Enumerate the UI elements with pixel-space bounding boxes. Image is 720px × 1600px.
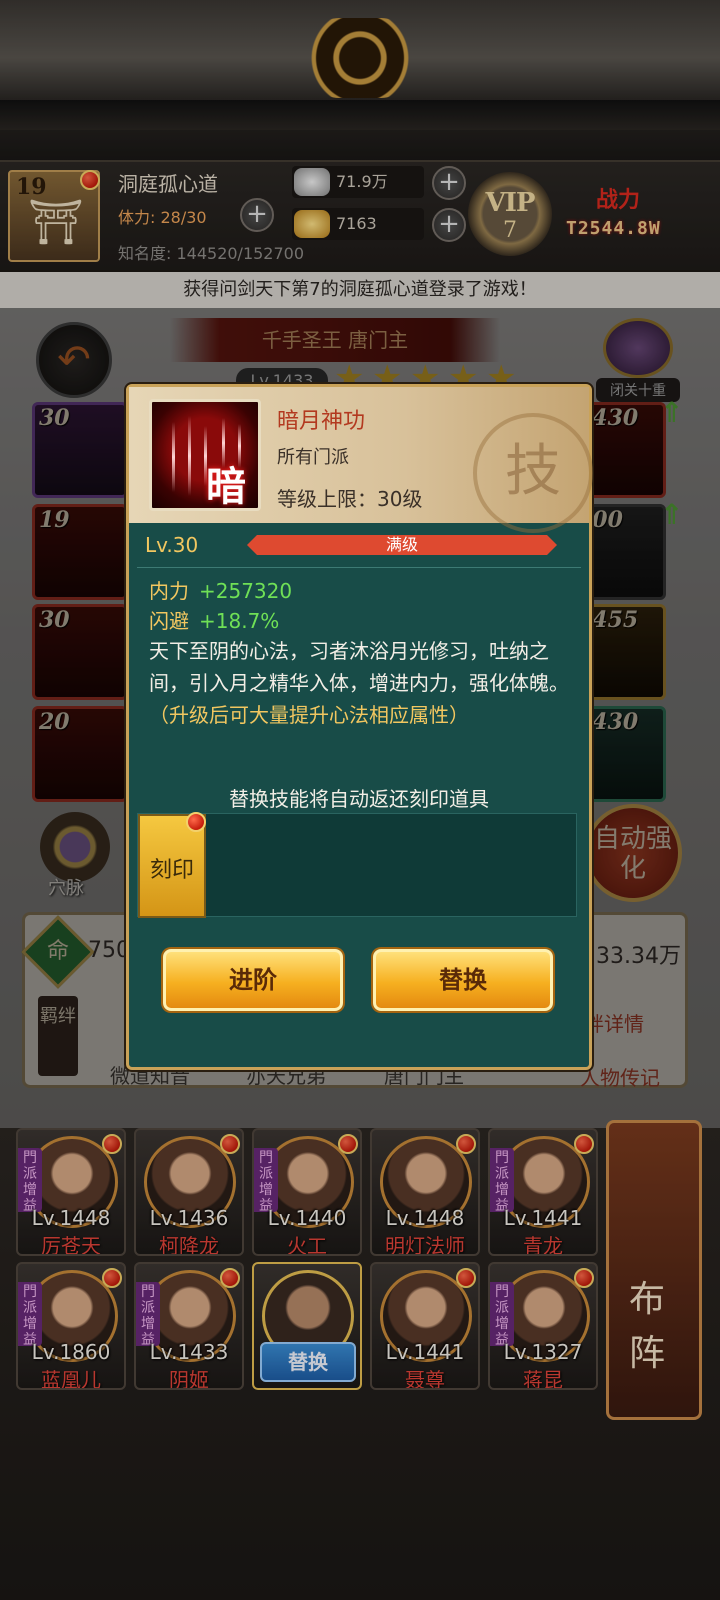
- skill-level-cap: 等级上限：30级: [277, 487, 423, 511]
- skill-description: 天下至阴的心法，习者沐浴月光修习，吐纳之间，引入月之精华入体，增进内力，强化体魄…: [149, 635, 575, 731]
- skill-detail-dialog: 技 暗 暗月神功 所有门派 等级上限：30级 Lv.30 满级 内力 +25732…: [126, 384, 593, 1070]
- skill-emblem-icon: 技: [473, 413, 593, 533]
- attribute-name: 闪避: [149, 609, 189, 633]
- replace-hint: 替换技能将自动返还刻印道具: [229, 787, 489, 811]
- replace-button[interactable]: 替换: [373, 949, 553, 1011]
- attribute-row-internal-force: 内力 +257320: [149, 575, 292, 604]
- seal-label: 刻印: [149, 858, 194, 883]
- skill-header: 技 暗 暗月神功 所有门派 等级上限：30级: [129, 387, 593, 533]
- max-level-bar: 满级: [247, 535, 557, 555]
- game-screen: 19 ⛩ 洞庭孤心道 体力: 28/30 + 知名度: 144520/15270…: [0, 0, 720, 1600]
- notification-dot-icon: [186, 812, 206, 832]
- attribute-name: 内力: [149, 579, 189, 603]
- attribute-row-dodge: 闪避 +18.7%: [149, 605, 279, 634]
- seal-item[interactable]: 刻印: [138, 812, 206, 918]
- description-text: 天下至阴的心法，习者沐浴月光修习，吐纳之间，引入月之精华入体，增进内力，强化体魄…: [149, 639, 569, 695]
- attribute-value: +257320: [199, 579, 293, 603]
- skill-level: Lv.30: [145, 533, 199, 557]
- skill-glyph: 暗: [206, 463, 246, 510]
- advance-button[interactable]: 进阶: [163, 949, 343, 1011]
- skill-name: 暗月神功: [277, 409, 366, 434]
- skill-sect: 所有门派: [277, 447, 349, 468]
- dark-moon-skill-icon: 暗: [149, 399, 261, 511]
- seal-slot-area: 刻印: [137, 812, 577, 918]
- description-highlight: （升级后可大量提升心法相应属性）: [149, 703, 469, 727]
- attribute-value: +18.7%: [199, 609, 280, 633]
- divider: [137, 567, 581, 568]
